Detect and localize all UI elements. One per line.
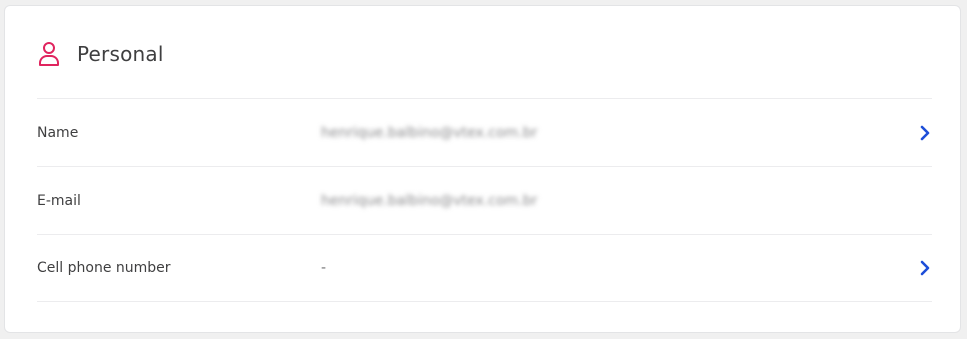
user-icon: [37, 40, 61, 68]
cell-phone-label: Cell phone number: [37, 260, 171, 276]
personal-info-list: Name henrique.balbino@vtex.com.br E-mail…: [37, 98, 932, 302]
cell-phone-value: -: [321, 260, 327, 276]
row-email: E-mail henrique.balbino@vtex.com.br: [37, 166, 932, 234]
section-header: Personal: [37, 38, 164, 70]
name-value: henrique.balbino@vtex.com.br: [321, 124, 538, 141]
chevron-right-icon[interactable]: [918, 124, 932, 142]
row-cell-phone[interactable]: Cell phone number -: [37, 234, 932, 302]
row-name[interactable]: Name henrique.balbino@vtex.com.br: [37, 98, 932, 166]
name-label: Name: [37, 124, 79, 141]
email-value: henrique.balbino@vtex.com.br: [321, 192, 538, 209]
email-label: E-mail: [37, 192, 81, 209]
chevron-right-icon[interactable]: [918, 259, 932, 277]
personal-card: Personal Name henrique.balbino@vtex.com.…: [4, 5, 961, 333]
section-title: Personal: [77, 42, 164, 66]
